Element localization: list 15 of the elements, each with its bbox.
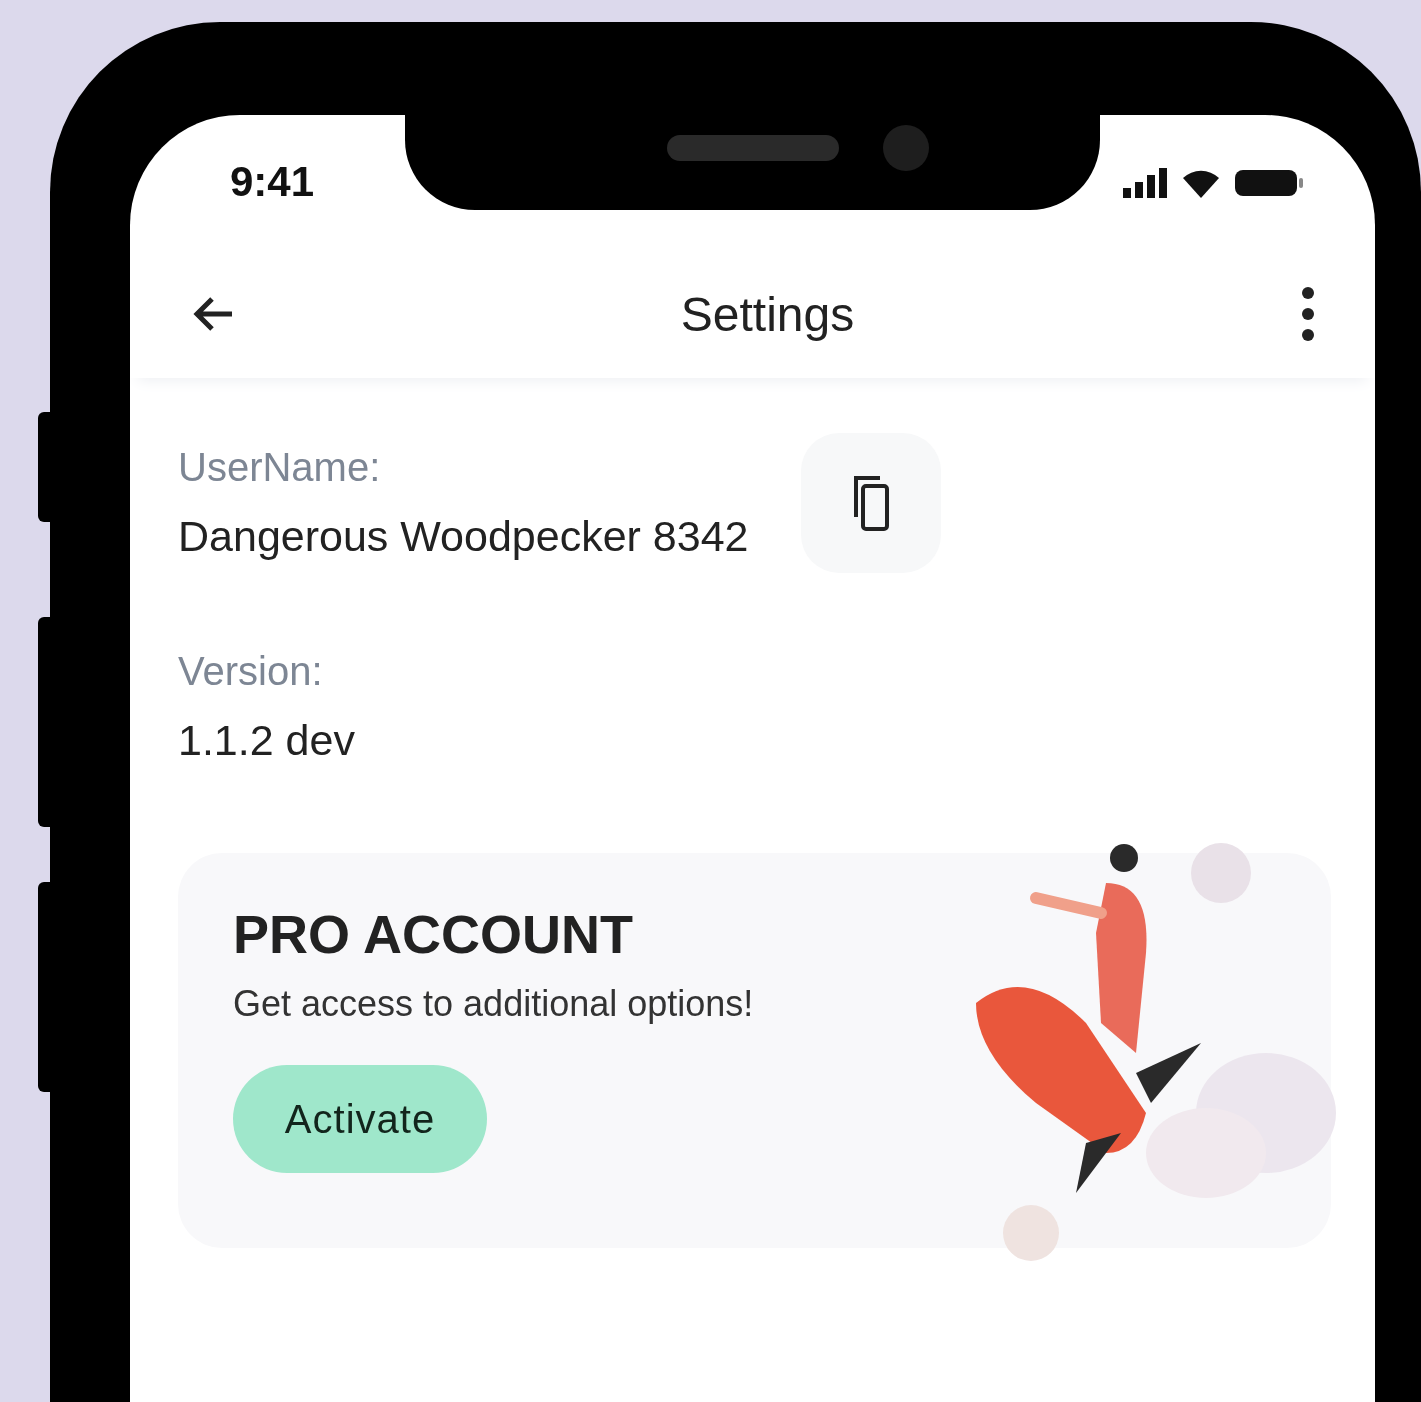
signal-icon bbox=[1123, 167, 1167, 198]
field-value: 1.1.2 dev bbox=[178, 716, 355, 765]
field-label: Version: bbox=[178, 649, 324, 694]
copy-icon bbox=[852, 475, 889, 531]
field-label: UserName: bbox=[178, 445, 382, 490]
battery-icon bbox=[1235, 167, 1303, 198]
status-time: 9:41 bbox=[230, 157, 315, 206]
promo-title: PRO ACCOUNT bbox=[233, 903, 634, 965]
copy-button[interactable] bbox=[800, 433, 941, 573]
field-value: Dangerous Woodpecker 8342 bbox=[178, 512, 749, 561]
activate-button[interactable]: Activate bbox=[233, 1065, 487, 1173]
promo-subtitle: Get access to additional options! bbox=[233, 983, 755, 1025]
page-title: Settings bbox=[680, 286, 855, 342]
more-menu-icon[interactable] bbox=[1301, 286, 1315, 342]
back-arrow-icon[interactable] bbox=[192, 296, 234, 332]
